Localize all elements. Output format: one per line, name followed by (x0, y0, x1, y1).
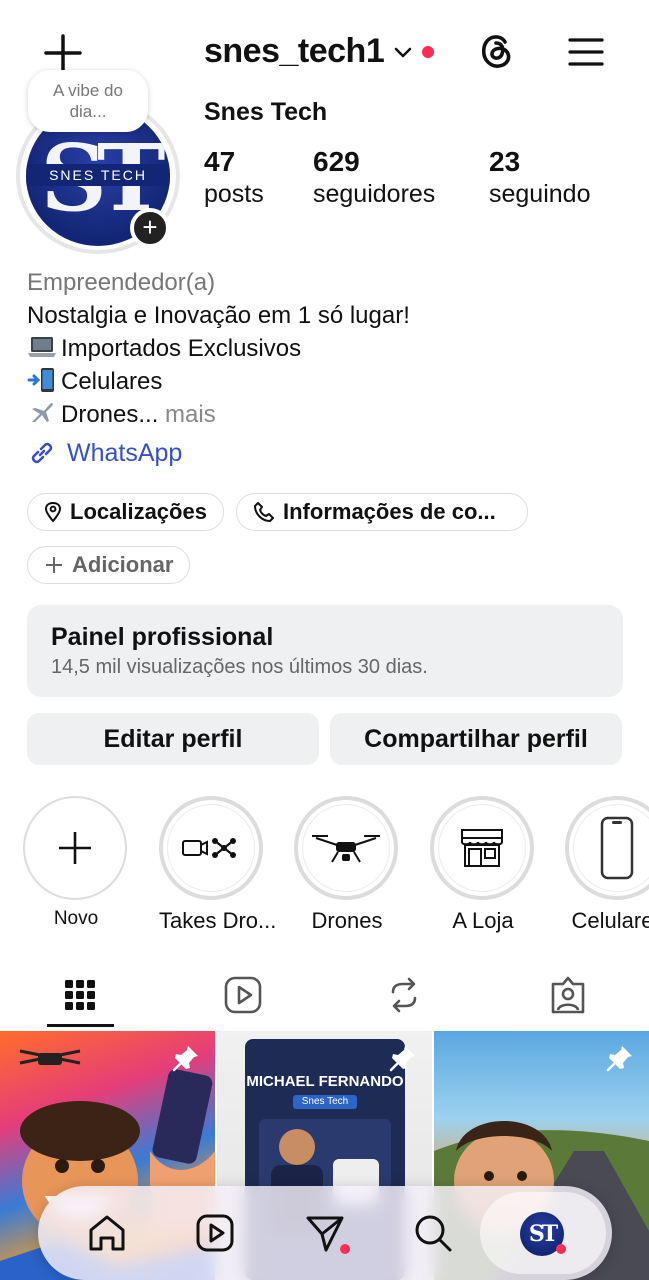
bio: Empreendedor(a) Nostalgia e Inovação em … (27, 266, 627, 431)
notification-dot (556, 1244, 566, 1254)
grid-icon[interactable] (57, 972, 103, 1018)
bottom-navigation: ST (38, 1186, 612, 1280)
threads-icon[interactable] (474, 28, 518, 72)
home-icon[interactable] (86, 1212, 128, 1254)
drone-icon (312, 835, 380, 863)
account-switcher[interactable]: snes_tech1 (204, 32, 435, 71)
dashboard-title: Painel profissional (51, 623, 274, 651)
pill-label: Localizações (70, 499, 207, 524)
pill-label: Adicionar (72, 552, 174, 577)
phone-icon (600, 816, 634, 880)
reels-icon[interactable] (194, 1212, 236, 1254)
post-title-text: MICHAEL FERNANDO (246, 1073, 404, 1090)
highlight-label: A Loja (452, 908, 514, 933)
highlight-phones[interactable]: Celulares (565, 796, 649, 934)
highlight-label: Celulares (571, 908, 649, 933)
highlight-ring (23, 796, 127, 900)
bio-line-text: Drones... (61, 401, 159, 428)
stat-label: seguindo (489, 180, 591, 208)
phone-icon (254, 502, 274, 522)
stat-posts[interactable]: 47 posts (204, 146, 264, 209)
dashboard-subtitle: 14,5 mil visualizações nos últimos 30 di… (51, 656, 428, 678)
highlight-ring (565, 796, 649, 900)
bio-line-text: Celulares (61, 368, 163, 395)
add-story-button[interactable]: + (130, 208, 170, 248)
pin-icon (606, 1046, 632, 1072)
highlight-takes-drone[interactable]: Takes Dro... (159, 796, 277, 934)
active-tab-indicator (47, 1024, 114, 1027)
stat-followers[interactable]: 629 seguidores (313, 146, 435, 209)
avatar-brand-band: SNES TECH (26, 164, 170, 186)
bio-category: Empreendedor(a) (27, 269, 216, 296)
locations-pill[interactable]: Localizações (27, 493, 224, 531)
post-subtitle-text: Snes Tech (293, 1095, 357, 1109)
store-icon (461, 829, 503, 867)
bio-line: Drones... mais (27, 398, 627, 431)
location-pin-icon (44, 501, 62, 523)
tagged-icon[interactable] (545, 972, 591, 1018)
notification-dot (340, 1244, 350, 1254)
highlight-store[interactable]: A Loja (430, 796, 536, 934)
bio-line: Importados Exclusivos (27, 332, 627, 365)
pin-icon (389, 1046, 415, 1072)
highlight-label: Novo (53, 908, 99, 929)
stat-value: 629 (313, 146, 360, 177)
mobile-arrow-icon (27, 368, 54, 392)
highlight-ring (294, 796, 398, 900)
notification-dot (422, 45, 435, 58)
bio-line: Celulares (27, 365, 627, 398)
pin-icon (172, 1046, 198, 1072)
menu-icon[interactable] (566, 32, 606, 72)
link-icon (31, 442, 53, 464)
stat-label: posts (204, 180, 264, 208)
note-bubble[interactable]: A vibe do dia... (28, 70, 148, 132)
plus-icon (59, 832, 91, 864)
content-tabs (0, 964, 649, 1030)
bio-line-text: Importados Exclusivos (61, 335, 302, 362)
highlight-label: Drones (311, 908, 383, 933)
stat-label: seguidores (313, 180, 436, 208)
highlight-ring (159, 796, 263, 900)
highlight-ring (430, 796, 534, 900)
bio-line: Nostalgia e Inovação em 1 só lugar! (27, 302, 410, 329)
professional-dashboard-card[interactable]: Painel profissional 14,5 mil visualizaçõ… (27, 605, 623, 697)
search-icon[interactable] (412, 1212, 454, 1254)
bio-link[interactable]: WhatsApp (27, 438, 182, 468)
stat-following[interactable]: 23 seguindo (489, 146, 590, 209)
contact-info-pill[interactable]: Informações de co... (236, 493, 528, 531)
display-name: Snes Tech (204, 98, 328, 126)
share-profile-button[interactable]: Compartilhar perfil (330, 713, 622, 765)
airplane-icon (32, 402, 53, 422)
username: snes_tech1 (204, 32, 385, 70)
reels-icon[interactable] (220, 972, 266, 1018)
stat-value: 23 (489, 146, 521, 177)
highlight-drones[interactable]: Drones (294, 796, 400, 934)
stat-value: 47 (204, 146, 236, 177)
highlight-label: Takes Dro... (159, 908, 277, 933)
plus-icon (46, 557, 62, 573)
chevron-down-icon (394, 47, 412, 57)
laptop-icon (28, 337, 56, 357)
figure-head (279, 1129, 315, 1165)
bio-more-link[interactable]: mais (165, 401, 216, 428)
video-drone-icon (182, 838, 236, 858)
pill-label: Informações de co... (283, 499, 496, 524)
repost-icon[interactable] (381, 972, 427, 1018)
link-text: WhatsApp (67, 438, 183, 467)
edit-profile-button[interactable]: Editar perfil (27, 713, 319, 765)
add-pill[interactable]: Adicionar (27, 546, 191, 584)
highlight-new[interactable]: Novo (23, 796, 129, 930)
